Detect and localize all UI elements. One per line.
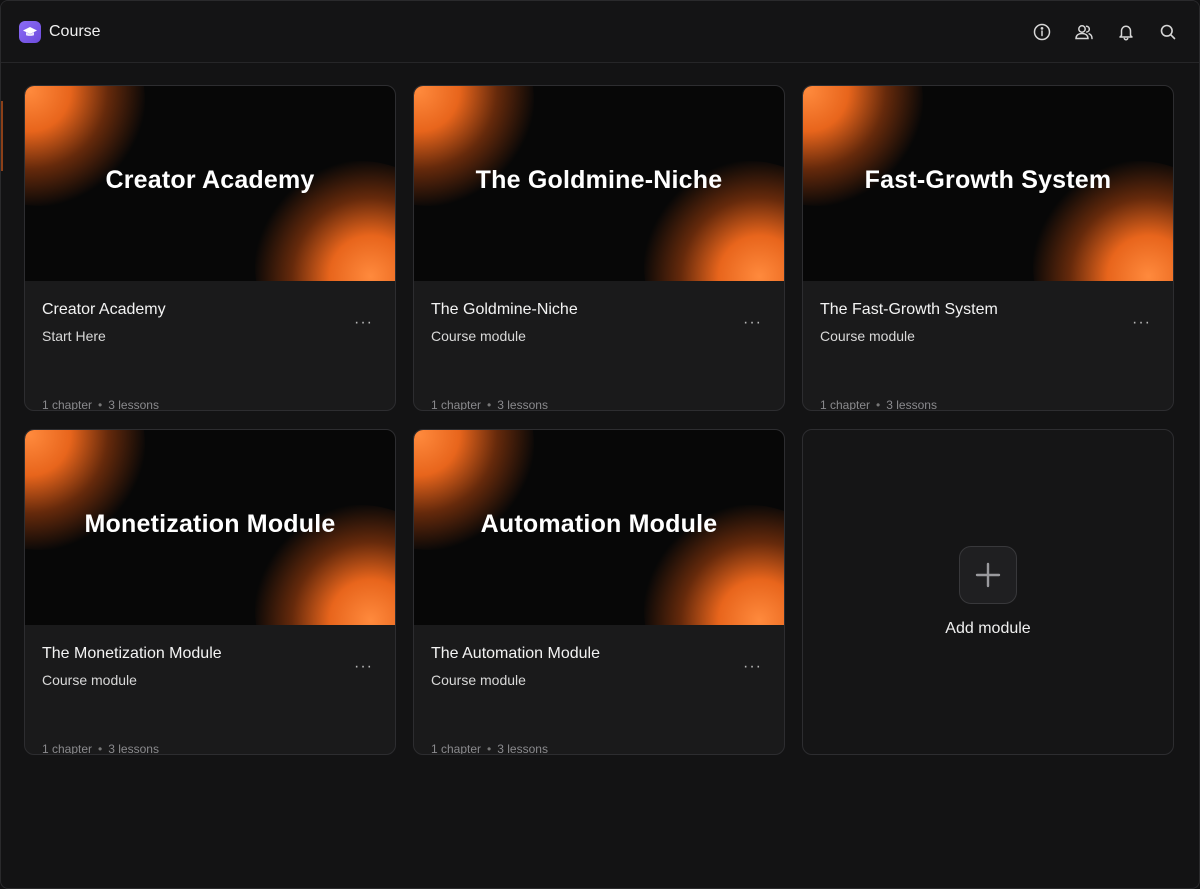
header-actions (1031, 21, 1181, 43)
module-meta: 1 chapter • 3 lessons (42, 398, 159, 411)
meta-separator: • (98, 742, 103, 755)
module-meta: 1 chapter • 3 lessons (820, 398, 937, 411)
chapter-count: 1 chapter (42, 742, 93, 755)
module-thumbnail: Automation Module (414, 430, 784, 625)
lesson-count: 3 lessons (108, 398, 159, 411)
more-options-button[interactable]: ··· (354, 315, 373, 331)
graduation-cap-icon (19, 20, 41, 43)
app-title: Course (49, 22, 101, 40)
module-grid: Creator Academy ··· Creator Academy Star… (24, 85, 1174, 755)
lesson-count: 3 lessons (497, 398, 548, 411)
module-subtitle: Course module (431, 328, 526, 344)
lesson-count: 3 lessons (886, 398, 937, 411)
chapter-count: 1 chapter (431, 742, 482, 755)
module-title: The Monetization Module (42, 645, 222, 662)
module-subtitle: Start Here (42, 328, 106, 344)
lesson-count: 3 lessons (497, 742, 548, 755)
more-options-button[interactable]: ··· (743, 659, 762, 675)
module-title: The Fast-Growth System (820, 301, 998, 318)
module-card[interactable]: Monetization Module ··· The Monetization… (24, 429, 396, 755)
module-title: The Automation Module (431, 645, 600, 662)
module-thumbnail: The Goldmine-Niche (414, 86, 784, 281)
left-edge-accent (1, 101, 3, 171)
chapter-count: 1 chapter (820, 398, 871, 411)
module-subtitle: Course module (431, 672, 526, 688)
module-card[interactable]: Automation Module ··· The Automation Mod… (413, 429, 785, 755)
module-thumbnail: Fast-Growth System (803, 86, 1173, 281)
top-bar: Course (1, 1, 1199, 63)
more-options-button[interactable]: ··· (1132, 315, 1151, 331)
thumbnail-title: Monetization Module (84, 510, 336, 538)
chapter-count: 1 chapter (431, 398, 482, 411)
module-title: Creator Academy (42, 301, 166, 318)
module-card[interactable]: Fast-Growth System ··· The Fast-Growth S… (802, 85, 1174, 411)
users-icon[interactable] (1073, 21, 1095, 43)
app-window: Course Creator Academy ··· Creator Acade… (0, 0, 1200, 889)
meta-separator: • (487, 742, 492, 755)
more-options-button[interactable]: ··· (354, 659, 373, 675)
module-subtitle: Course module (42, 672, 137, 688)
module-meta: 1 chapter • 3 lessons (431, 742, 548, 755)
module-card[interactable]: The Goldmine-Niche ··· The Goldmine-Nich… (413, 85, 785, 411)
chapter-count: 1 chapter (42, 398, 93, 411)
more-options-button[interactable]: ··· (743, 315, 762, 331)
info-icon[interactable] (1031, 21, 1053, 43)
module-card[interactable]: Creator Academy ··· Creator Academy Star… (24, 85, 396, 411)
meta-separator: • (98, 398, 103, 411)
module-thumbnail: Monetization Module (25, 430, 395, 625)
module-thumbnail: Creator Academy (25, 86, 395, 281)
bell-icon[interactable] (1115, 21, 1137, 43)
add-module-card[interactable]: Add module (802, 429, 1174, 755)
module-title: The Goldmine-Niche (431, 301, 578, 318)
thumbnail-title: Fast-Growth System (864, 166, 1112, 194)
module-meta: 1 chapter • 3 lessons (42, 742, 159, 755)
brand[interactable]: Course (19, 20, 101, 43)
module-meta: 1 chapter • 3 lessons (431, 398, 548, 411)
lesson-count: 3 lessons (108, 742, 159, 755)
add-module-label: Add module (945, 620, 1031, 637)
meta-separator: • (487, 398, 492, 411)
meta-separator: • (876, 398, 881, 411)
thumbnail-title: Creator Academy (105, 166, 315, 194)
thumbnail-title: The Goldmine-Niche (475, 166, 723, 194)
plus-icon[interactable] (959, 546, 1017, 604)
module-subtitle: Course module (820, 328, 915, 344)
thumbnail-title: Automation Module (480, 510, 718, 538)
search-icon[interactable] (1157, 21, 1179, 43)
